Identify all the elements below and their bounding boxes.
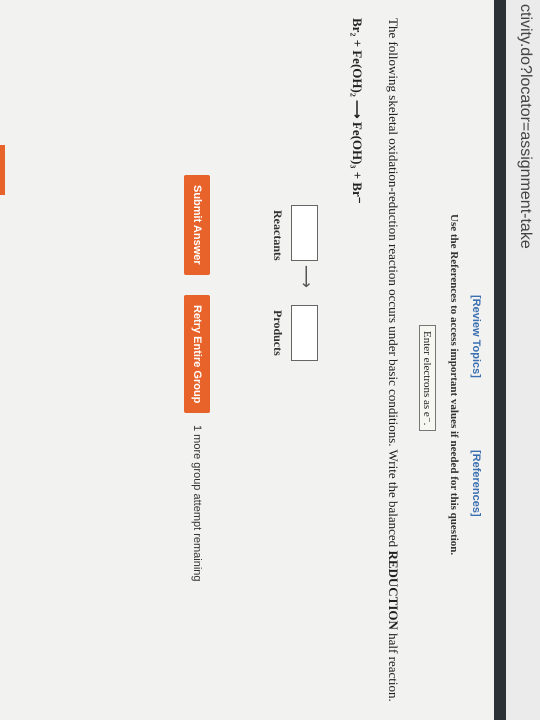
reactants-input[interactable] [291,205,318,261]
url-text: ctivity.do?locator=assignment-take [517,4,534,249]
enter-electrons-note: Enter electrons as e⁻. [419,325,436,432]
header-band [494,0,506,720]
side-accent-bar [0,145,5,195]
screen: ctivity.do?locator=assignment-take [Revi… [0,0,540,720]
question-part: The following skeletal oxidation-reducti… [386,18,401,551]
products-input[interactable] [291,305,318,361]
submit-answer-button[interactable]: Submit Answer [184,175,210,275]
question-part-end: half reaction. [386,629,401,702]
question-text: The following skeletal oxidation-reducti… [384,18,402,708]
references-link[interactable]: [References] [470,450,482,517]
attempts-remaining: 1 more group attempt remaining [191,425,203,582]
reaction-equation: Br₂ + Fe(OH)₂ ⟶ Fe(OH)₃ + Br⁻ [350,18,365,204]
help-text: Use the References to access important v… [448,214,460,556]
page: ctivity.do?locator=assignment-take [Revi… [0,0,540,720]
question-bold: REDUCTION [386,550,401,630]
retry-group-button[interactable]: Retry Entire Group [184,295,210,414]
browser-url-bar[interactable]: ctivity.do?locator=assignment-take [505,0,540,720]
reaction-arrow-icon: ⟶ [297,265,314,288]
reactants-label: Reactants [271,210,285,261]
review-topics-link[interactable]: [Review Topics] [470,295,482,378]
products-label: Products [271,310,285,356]
